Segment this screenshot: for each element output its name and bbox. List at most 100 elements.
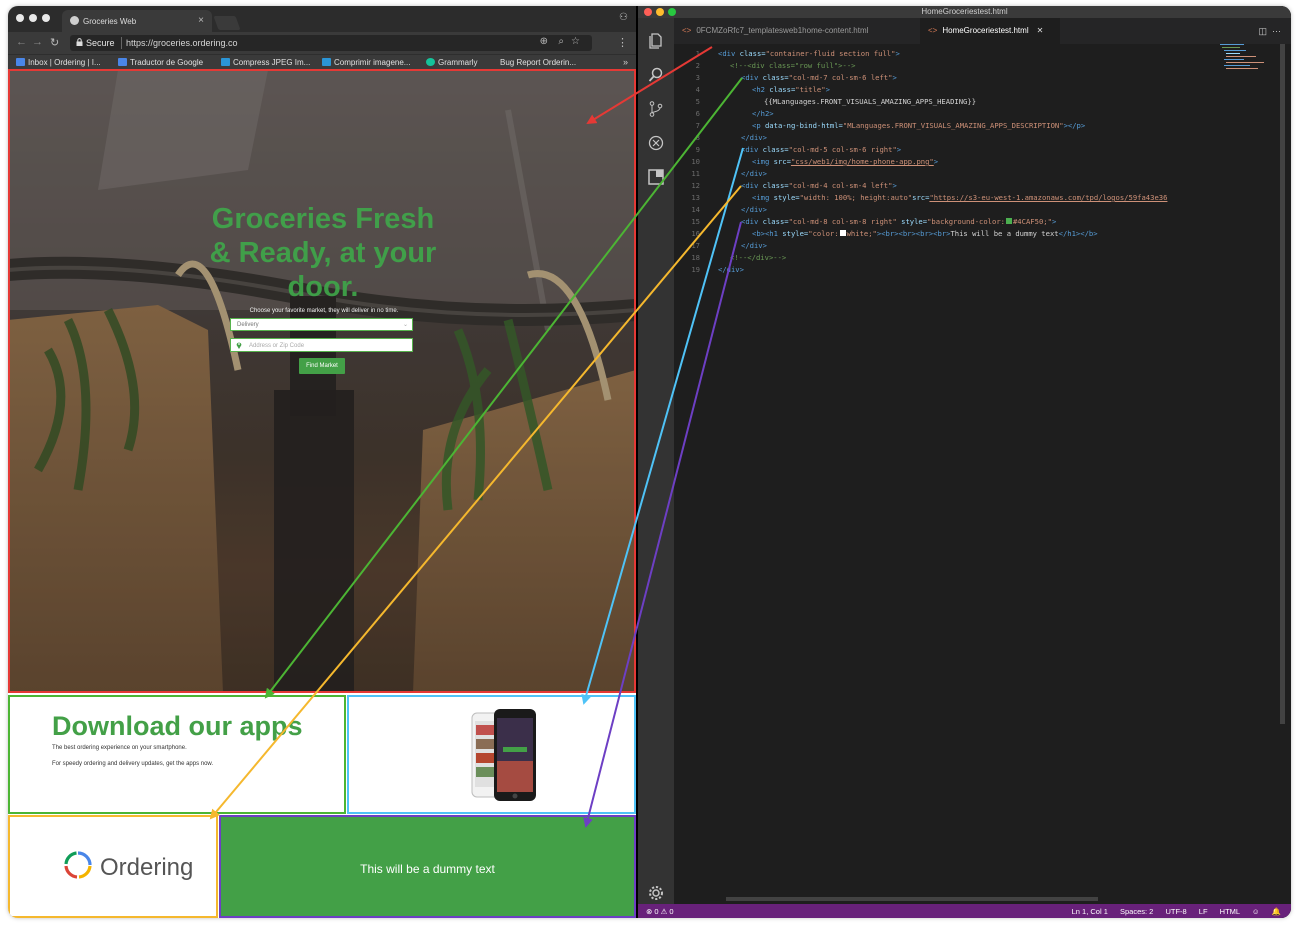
line-number: 2	[695, 61, 700, 70]
editor-titlebar: HomeGroceriestest.html	[638, 6, 1291, 18]
code-line-18: <!--</div>-->	[730, 253, 787, 262]
language-mode[interactable]: HTML	[1220, 907, 1240, 916]
new-tab-button[interactable]	[213, 16, 241, 30]
phone-app-section	[348, 695, 636, 814]
bookmark-translator[interactable]: Traductor de Google	[118, 58, 203, 67]
screenshot-stage: Groceries Web × ⚇ ← → ↻ Secure https://g…	[0, 0, 1299, 928]
address-input[interactable]: Address or Zip Code	[230, 338, 413, 352]
code-line-10: <img src="css/web1/img/home-phone-app.pn…	[752, 157, 939, 166]
explorer-icon[interactable]	[647, 32, 665, 50]
bookmark-grammarly[interactable]: Grammarly	[426, 58, 478, 67]
bookmark-label: Inbox | Ordering | I...	[28, 58, 101, 67]
bookmark-inbox[interactable]: Inbox | Ordering | I...	[16, 58, 101, 67]
cursor-position[interactable]: Ln 1, Col 1	[1072, 907, 1108, 916]
delivery-select-value: Delivery	[237, 322, 259, 328]
bookmark-label: Compress JPEG Im...	[233, 58, 311, 67]
bookmark-icon	[118, 58, 127, 66]
delivery-select[interactable]: Delivery ⌄	[230, 318, 413, 331]
line-number: 14	[691, 205, 700, 214]
download-description-1: The best ordering experience on your sma…	[52, 745, 187, 751]
problems-indicator[interactable]: ⊗ 0 ⚠ 0	[646, 907, 674, 916]
bookmark-star-icon[interactable]: ☆	[571, 36, 580, 47]
bookmarks-bar: Inbox | Ordering | I... Traductor de Goo…	[8, 54, 636, 70]
feedback-smiley-icon[interactable]: ☺	[1252, 907, 1260, 916]
line-number: 12	[691, 181, 700, 190]
close-tab-icon[interactable]: ✕	[1037, 26, 1044, 35]
minimize-window-dot[interactable]	[29, 14, 37, 22]
target-icon[interactable]: ⊕	[540, 36, 548, 47]
editor-tab-label: 0FCMZoRfc7_templatesweb1home-content.htm…	[696, 26, 869, 35]
code-line-1: <div class="container-fluid section full…	[718, 49, 900, 58]
horizontal-scrollbar[interactable]	[726, 897, 1098, 901]
zoom-icon[interactable]: ⌕	[558, 36, 564, 47]
line-number: 19	[691, 265, 700, 274]
line-number: 1	[695, 49, 700, 58]
encoding-setting[interactable]: UTF-8	[1165, 907, 1186, 916]
bookmarks-overflow-icon[interactable]: »	[623, 57, 628, 67]
find-market-button[interactable]: Find Market	[299, 358, 345, 374]
bookmark-bug-report[interactable]: Bug Report Orderin...	[500, 58, 576, 67]
line-number: 5	[695, 97, 700, 106]
bookmark-label: Bug Report Orderin...	[500, 58, 577, 67]
code-editor[interactable]: 1 2 3 4 5 6 7 8 9 10 11 12 13 14 15 16 1…	[674, 44, 1234, 906]
split-editor-icon[interactable]: ◫ ···	[1259, 26, 1282, 37]
code-line-16: <b><h1 style="color: white;"><br><br><br>…	[752, 229, 1098, 238]
vertical-scrollbar[interactable]	[1280, 44, 1285, 724]
code-line-6: </h2>	[752, 109, 774, 118]
eol-setting[interactable]: LF	[1199, 907, 1208, 916]
bookmark-compress-jpeg[interactable]: Compress JPEG Im...	[221, 58, 310, 67]
editor-tab-active[interactable]: <> HomeGroceriestest.html ✕	[920, 18, 1060, 44]
address-bar[interactable]: Secure https://groceries.ordering.co ⊕ ⌕…	[70, 35, 592, 51]
editor-tab-template[interactable]: <> 0FCMZoRfc7_templatesweb1home-content.h…	[674, 18, 909, 44]
code-line-17: </div>	[741, 241, 767, 250]
minimap[interactable]	[1220, 44, 1280, 74]
address-separator	[121, 37, 122, 49]
code-line-15: <div class="col-md-8 col-sm-8 right" sty…	[741, 217, 1057, 226]
profile-incognito-icon[interactable]: ⚇	[619, 12, 628, 23]
editor-window-title: HomeGroceriestest.html	[921, 7, 1008, 16]
dummy-text: This will be a dummy text	[360, 862, 495, 876]
line-number: 11	[691, 169, 700, 178]
close-window-dot[interactable]	[16, 14, 24, 22]
search-icon[interactable]	[647, 66, 665, 84]
code-line-7: <p data-ng-bind-html="MLanguages.FRONT_V…	[752, 121, 1086, 130]
reload-icon[interactable]: ↻	[50, 36, 59, 49]
lock-icon	[76, 38, 83, 46]
forward-icon[interactable]: →	[32, 36, 43, 48]
bookmark-label: Grammarly	[438, 58, 478, 67]
source-control-icon[interactable]	[647, 100, 665, 118]
settings-gear-icon[interactable]	[647, 884, 665, 902]
line-number: 15	[691, 217, 700, 226]
debug-icon[interactable]	[647, 134, 665, 152]
browser-tab[interactable]: Groceries Web ×	[62, 10, 212, 32]
code-line-3: <div class="col-md-7 col-sm-6 left">	[741, 73, 897, 82]
secure-label: Secure	[86, 38, 115, 48]
line-number: 9	[695, 145, 700, 154]
chrome-browser-window: Groceries Web × ⚇ ← → ↻ Secure https://g…	[8, 6, 636, 918]
maximize-window-dot[interactable]	[42, 14, 50, 22]
code-line-4: <h2 class="title">	[752, 85, 830, 94]
hero-subtitle: Choose your favorite market, they will d…	[249, 308, 399, 314]
notifications-bell-icon[interactable]: 🔔	[1272, 907, 1281, 916]
back-icon[interactable]: ←	[16, 36, 27, 48]
html-file-icon: <>	[928, 26, 938, 35]
phone-app-image	[471, 709, 536, 801]
line-number: 10	[691, 157, 700, 166]
download-description-2: For speedy ordering and delivery updates…	[52, 761, 214, 767]
extensions-icon[interactable]	[647, 168, 665, 186]
url-text[interactable]: https://groceries.ordering.co	[126, 38, 238, 48]
bookmark-comprimir[interactable]: Comprimir imagene...	[322, 58, 410, 67]
indentation-setting[interactable]: Spaces: 2	[1120, 907, 1153, 916]
close-tab-icon[interactable]: ×	[198, 15, 204, 26]
hero-title: Groceries Fresh & Ready, at your door.	[209, 203, 437, 303]
address-placeholder: Address or Zip Code	[249, 343, 305, 349]
browser-menu-icon[interactable]: ⋮	[617, 36, 628, 49]
location-pin-icon	[236, 342, 242, 349]
code-line-14: </div>	[741, 205, 767, 214]
line-number: 4	[695, 85, 700, 94]
download-title: Download our apps	[52, 711, 303, 741]
line-number: 18	[691, 253, 700, 262]
editor-tab-strip: <> 0FCMZoRfc7_templatesweb1home-content.h…	[674, 18, 1291, 44]
code-line-13: <img style="width: 100%; height:auto"src…	[752, 193, 1168, 202]
bookmark-icon	[16, 58, 25, 66]
